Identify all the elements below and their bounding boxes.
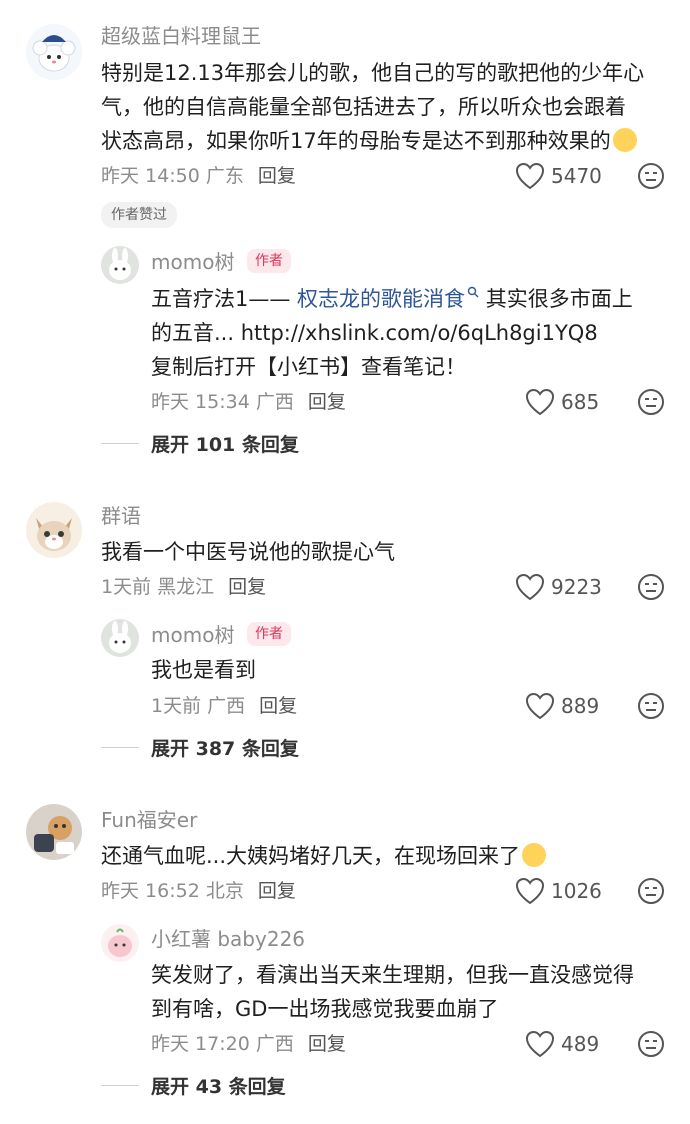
comment-meta: 昨天 14:50 广东 回复	[101, 162, 296, 190]
comment-meta: 昨天 16:52 北京 回复	[101, 877, 296, 905]
heart-icon	[515, 573, 545, 601]
like-button[interactable]: 5470	[515, 162, 602, 190]
mouse-chef-avatar-icon	[26, 24, 82, 80]
avatar[interactable]	[26, 24, 82, 80]
dislike-button[interactable]	[637, 877, 665, 905]
like-count: 9223	[551, 575, 602, 599]
reply-time-location: 1天前 广西	[151, 695, 246, 717]
dislike-button[interactable]	[637, 692, 665, 720]
like-button[interactable]: 489	[525, 1030, 599, 1058]
like-count: 685	[561, 390, 600, 414]
dislike-button[interactable]	[637, 162, 665, 190]
reply-text: 其实很多市面上	[479, 287, 633, 311]
comment-time-location: 昨天 14:50 广东	[101, 165, 244, 187]
dislike-face-icon	[638, 1031, 664, 1057]
divider	[101, 1085, 139, 1086]
username[interactable]: 超级蓝白料理鼠王	[101, 22, 261, 50]
reply-text: 五音疗法1——	[151, 287, 298, 311]
avatar[interactable]	[101, 619, 139, 657]
heart-icon	[515, 877, 545, 905]
avatar[interactable]	[26, 502, 82, 558]
note-link[interactable]: 权志龙的歌能消食	[297, 287, 465, 311]
reply-button[interactable]: 回复	[228, 576, 266, 598]
reply-button[interactable]: 回复	[258, 880, 296, 902]
dislike-face-icon	[638, 389, 664, 415]
like-button[interactable]: 889	[525, 692, 599, 720]
like-count: 5470	[551, 164, 602, 188]
expand-replies-label: 展开 387 条回复	[151, 738, 299, 760]
comment-text-line: 特别是12.13年那会儿的歌，他自己的写的歌把他的少年心	[101, 61, 645, 85]
comment-text-line: 状态高昂，如果你听17年的母胎专是达不到那种效果的	[101, 124, 637, 158]
username[interactable]: momo树	[151, 621, 234, 649]
reply-meta: 1天前 广西 回复	[151, 692, 297, 720]
cat-avatar-icon	[26, 502, 82, 558]
reply-text-line: 五音疗法1—— 权志龙的歌能消食 其实很多市面上	[151, 282, 633, 316]
dislike-button[interactable]	[637, 573, 665, 601]
search-icon	[467, 286, 479, 298]
comment-time-location: 1天前 黑龙江	[101, 576, 215, 598]
dislike-button[interactable]	[637, 388, 665, 416]
heart-icon	[525, 388, 555, 416]
expand-replies-label: 展开 43 条回复	[151, 1076, 286, 1098]
heart-icon	[525, 692, 555, 720]
bunny-avatar-icon	[101, 246, 139, 284]
avatar[interactable]	[101, 246, 139, 284]
reply-time-location: 昨天 17:20 广西	[151, 1033, 294, 1055]
like-count: 489	[561, 1032, 600, 1056]
dislike-face-icon	[638, 163, 664, 189]
crying-emoji-icon	[612, 128, 637, 152]
reply-text-line: 笑发财了，看演出当天来生理期，但我一直没感觉得	[151, 963, 634, 987]
expand-replies-label: 展开 101 条回复	[151, 434, 299, 456]
comment-meta: 1天前 黑龙江 回复	[101, 573, 266, 601]
username[interactable]: Fun福安er	[101, 806, 197, 834]
username[interactable]: momo树	[151, 248, 234, 276]
like-count: 1026	[551, 879, 602, 903]
reply-text-line: 到有啥，GD一出场我感觉我要血崩了	[151, 997, 499, 1021]
reply-text-line: 复制后打开【小红书】查看笔记！	[151, 355, 466, 379]
comment-text-line: 还通气血呢...大姨妈堵好几天，在现场回来了	[101, 839, 547, 873]
red-potato-avatar-icon	[101, 924, 139, 962]
reply-button[interactable]: 回复	[308, 1033, 346, 1055]
username[interactable]: 群语	[101, 502, 141, 530]
dislike-face-icon	[638, 878, 664, 904]
author-badge: 作者	[247, 249, 291, 273]
crying-emoji-icon	[522, 843, 547, 867]
reply-meta: 昨天 15:34 广西 回复	[151, 388, 346, 416]
reply-button[interactable]: 回复	[259, 695, 297, 717]
divider	[101, 747, 139, 748]
like-count: 889	[561, 694, 600, 718]
heart-icon	[515, 162, 545, 190]
bunny-avatar-icon	[101, 619, 139, 657]
avatar[interactable]	[26, 804, 82, 860]
like-button[interactable]: 9223	[515, 573, 602, 601]
heart-icon	[525, 1030, 555, 1058]
like-button[interactable]: 685	[525, 388, 599, 416]
expand-replies-button[interactable]: 展开 101 条回复	[101, 430, 299, 457]
author-liked-badge: 作者赞过	[101, 202, 177, 228]
reply-text-line: 我也是看到	[151, 658, 256, 682]
divider	[101, 443, 139, 444]
reply-button[interactable]: 回复	[258, 165, 296, 187]
comment-time-location: 昨天 16:52 北京	[101, 880, 244, 902]
like-button[interactable]: 1026	[515, 877, 602, 905]
username[interactable]: 小红薯 baby226	[151, 925, 305, 953]
photo-avatar-icon	[26, 804, 82, 860]
reply-time-location: 昨天 15:34 广西	[151, 391, 294, 413]
comment-text-line: 气，他的自信高能量全部包括进去了，所以听众也会跟着	[101, 95, 626, 119]
author-badge: 作者	[247, 622, 291, 646]
comment-text: 状态高昂，如果你听17年的母胎专是达不到那种效果的	[101, 129, 611, 153]
dislike-face-icon	[638, 693, 664, 719]
reply-text-line: 的五音... http://xhslink.com/o/6qLh8gi1YQ8	[151, 321, 598, 345]
comment-text: 还通气血呢...大姨妈堵好几天，在现场回来了	[101, 844, 521, 868]
dislike-face-icon	[638, 574, 664, 600]
reply-button[interactable]: 回复	[308, 391, 346, 413]
reply-meta: 昨天 17:20 广西 回复	[151, 1030, 346, 1058]
dislike-button[interactable]	[637, 1030, 665, 1058]
expand-replies-button[interactable]: 展开 43 条回复	[101, 1072, 286, 1099]
avatar[interactable]	[101, 924, 139, 962]
expand-replies-button[interactable]: 展开 387 条回复	[101, 734, 299, 761]
comment-text-line: 我看一个中医号说他的歌提心气	[101, 540, 395, 564]
